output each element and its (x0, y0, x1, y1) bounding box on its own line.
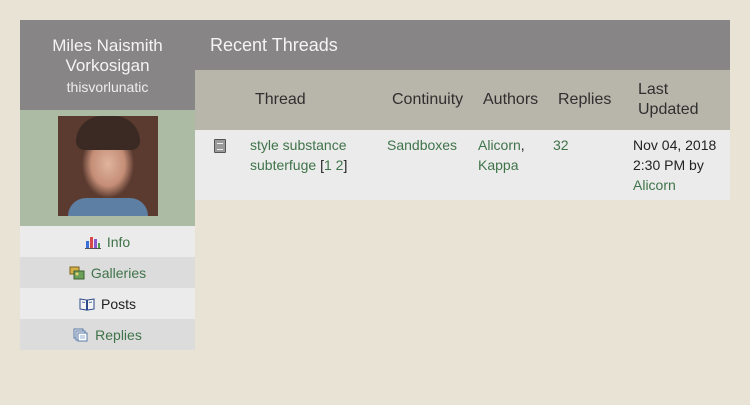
recent-threads-panel: Recent Threads Thread Continuity Authors… (195, 20, 730, 200)
profile-sidebar: Miles Naismith Vorkosigan thisvorlunatic… (20, 20, 195, 350)
table-header: Thread Continuity Authors Replies Last U… (195, 70, 730, 130)
book-icon (79, 297, 95, 311)
author-separator: , (520, 137, 525, 153)
nav-label-galleries[interactable]: Galleries (91, 265, 146, 281)
nav-item-info[interactable]: Info (20, 226, 195, 257)
column-replies: Replies (558, 91, 612, 108)
column-thread: Thread (255, 91, 306, 108)
nav-label-info[interactable]: Info (107, 234, 130, 250)
nav-label-replies[interactable]: Replies (95, 327, 142, 343)
nav-item-galleries[interactable]: Galleries (20, 257, 195, 288)
replies-cell: 32 (553, 135, 569, 155)
updated-by-link[interactable]: Alicorn (633, 177, 676, 193)
table-row: style substance subterfuge [1 2] Sandbox… (195, 130, 730, 200)
page-bracket-close: ] (343, 157, 348, 173)
author-link-2[interactable]: Kappa (478, 157, 518, 173)
column-authors: Authors (483, 91, 539, 108)
thread-title-link[interactable]: style substance subterfuge (250, 137, 347, 173)
continuity-link[interactable]: Sandboxes (387, 137, 457, 153)
thread-cell: style substance subterfuge [1 2] (250, 135, 370, 175)
avatar[interactable] (58, 116, 158, 216)
continuity-cell: Sandboxes (387, 135, 457, 155)
updated-time: 2:30 PM by (633, 157, 704, 173)
thread-status-icon[interactable] (214, 139, 226, 153)
character-name: Miles Naismith Vorkosigan (52, 36, 163, 75)
avatar-panel (20, 110, 195, 226)
character-screenname: thisvorlunatic (66, 79, 149, 95)
last-updated-cell: Nov 04, 2018 2:30 PM by Alicorn (633, 135, 728, 195)
gallery-icon (69, 266, 85, 280)
profile-header: Miles Naismith Vorkosigan thisvorlunatic (20, 20, 195, 110)
replies-count-link[interactable]: 32 (553, 137, 569, 153)
chart-icon (84, 235, 101, 249)
authors-cell: Alicorn, Kappa (478, 135, 538, 175)
pages-icon (73, 328, 89, 342)
page-1-link[interactable]: 1 (324, 157, 332, 173)
panel-title: Recent Threads (195, 20, 730, 70)
updated-date: Nov 04, 2018 (633, 137, 717, 153)
column-last-updated: Last Updated (638, 81, 699, 118)
column-continuity: Continuity (392, 91, 464, 108)
nav-item-replies[interactable]: Replies (20, 319, 195, 350)
author-link-1[interactable]: Alicorn (478, 137, 521, 153)
nav-label-posts[interactable]: Posts (101, 296, 136, 312)
nav-item-posts[interactable]: Posts (20, 288, 195, 319)
